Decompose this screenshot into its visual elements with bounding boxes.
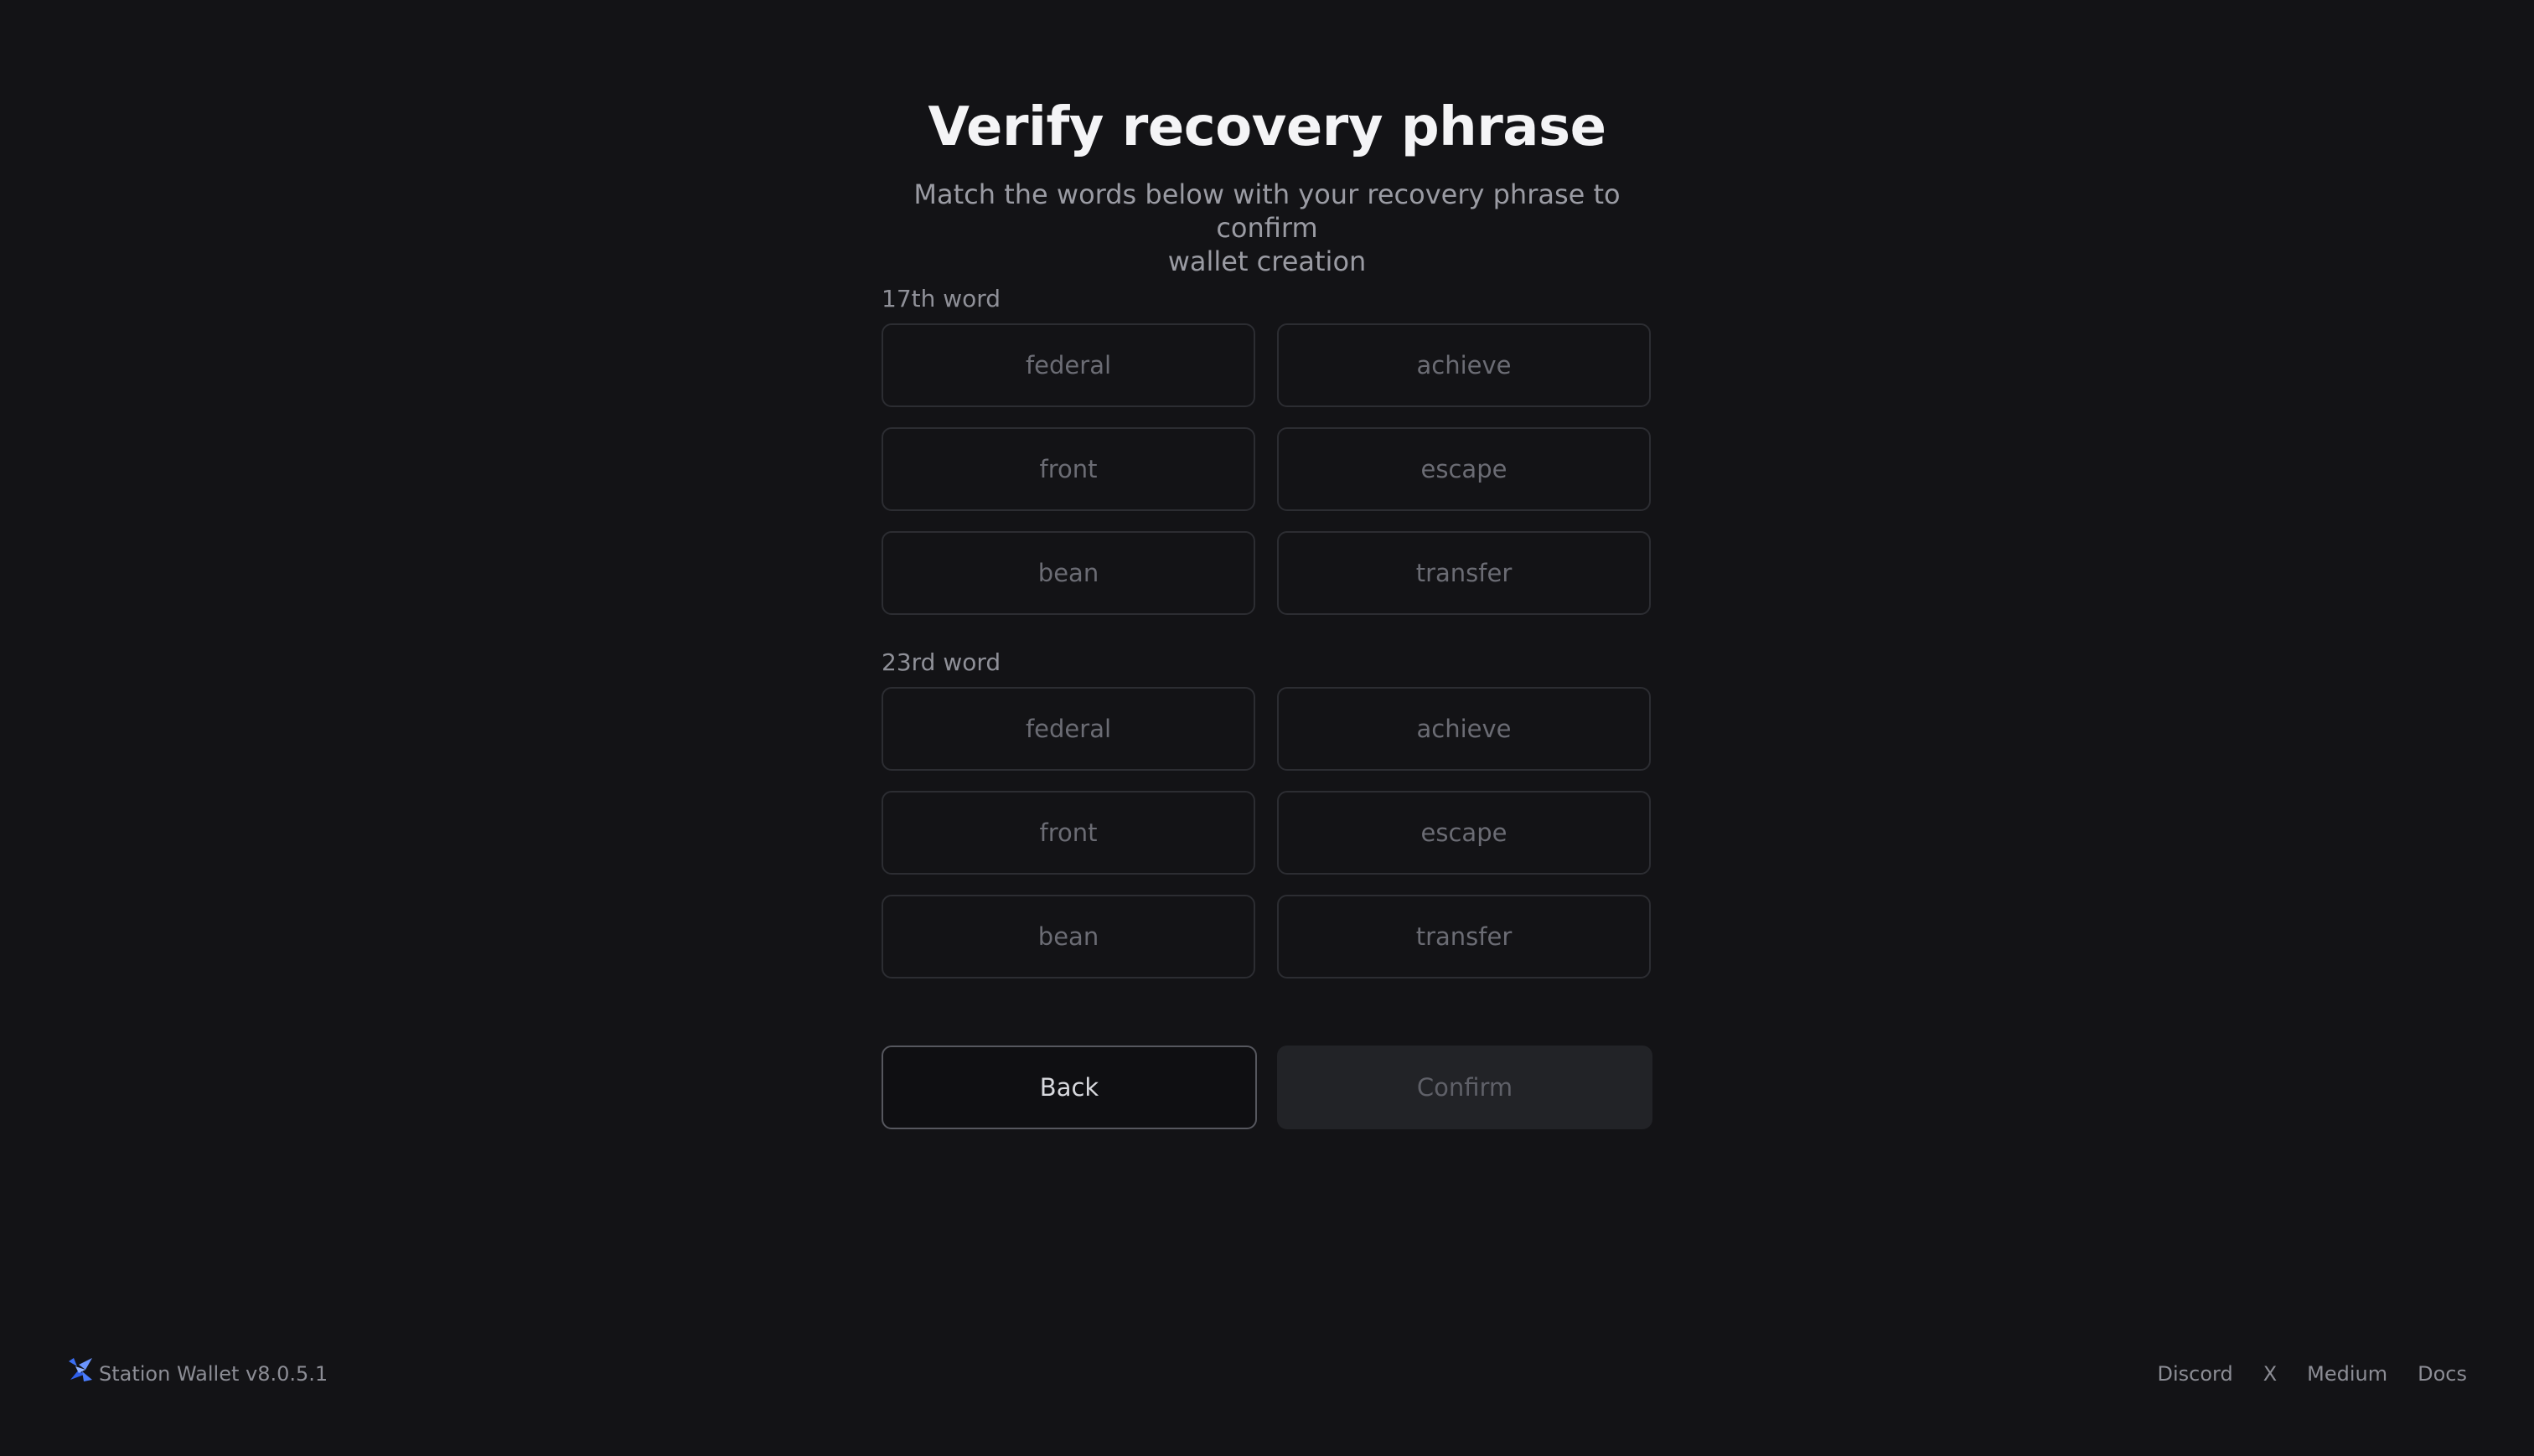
footer-link-docs[interactable]: Docs (2418, 1362, 2467, 1386)
word-options-17th: federal achieve front escape bean transf… (882, 323, 1652, 615)
word-option[interactable]: bean (882, 531, 1255, 615)
subtitle-line-1: Match the words below with your recovery… (913, 178, 1621, 244)
page-title: Verify recovery phrase (928, 96, 1606, 158)
word-option[interactable]: achieve (1277, 687, 1651, 771)
word-option[interactable]: transfer (1277, 531, 1651, 615)
footer-links: Discord X Medium Docs (2127, 1352, 2467, 1396)
word-option[interactable]: federal (882, 323, 1255, 407)
footer-link-x[interactable]: X (2263, 1362, 2277, 1386)
question-label-17th: 17th word (882, 285, 1001, 312)
word-option[interactable]: escape (1277, 427, 1651, 511)
word-option[interactable]: escape (1277, 791, 1651, 875)
back-button[interactable]: Back (882, 1046, 1257, 1129)
footer-link-medium[interactable]: Medium (2307, 1362, 2387, 1386)
subtitle-line-2: wallet creation (1167, 245, 1367, 277)
confirm-button[interactable]: Confirm (1277, 1046, 1652, 1129)
footer-brand: Station Wallet v8.0.5.1 (65, 1352, 328, 1396)
app-version: Station Wallet v8.0.5.1 (99, 1362, 328, 1386)
word-option[interactable]: front (882, 427, 1255, 511)
word-options-23rd: federal achieve front escape bean transf… (882, 687, 1652, 978)
page-subtitle: Match the words below with your recovery… (882, 178, 1652, 278)
footer-link-discord[interactable]: Discord (2157, 1362, 2232, 1386)
word-option[interactable]: federal (882, 687, 1255, 771)
word-option[interactable]: front (882, 791, 1255, 875)
question-label-23rd: 23rd word (882, 648, 1001, 676)
station-logo-icon (69, 1358, 92, 1381)
word-option[interactable]: transfer (1277, 895, 1651, 978)
verify-recovery-page: Verify recovery phrase Match the words b… (0, 0, 2534, 1456)
word-option[interactable]: bean (882, 895, 1255, 978)
word-option[interactable]: achieve (1277, 323, 1651, 407)
